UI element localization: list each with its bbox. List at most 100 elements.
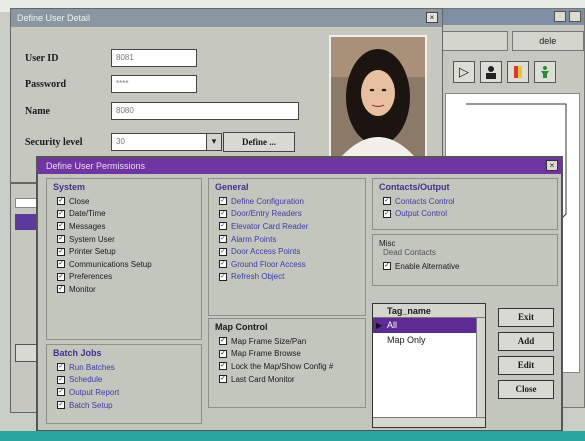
general-alarm-checkbox[interactable]: ✓ Alarm Points: [219, 233, 365, 246]
taskbar: [0, 431, 585, 441]
checkbox-label: System User: [69, 234, 115, 244]
checkbox-label: Refresh Object: [231, 272, 285, 282]
checkbox-label: Alarm Points: [231, 234, 277, 244]
contacts-group-title: Contacts/Output: [379, 182, 450, 192]
checkbox-label: Messages: [69, 221, 106, 231]
close-icon[interactable]: ×: [546, 160, 558, 171]
list-item[interactable]: Map Only: [373, 333, 485, 348]
background-tabs: dele: [433, 31, 585, 51]
system-printer-checkbox[interactable]: ✓ Printer Setup: [57, 245, 201, 258]
left-stub-button[interactable]: [15, 344, 37, 362]
checkbox-label: Run Batches: [69, 362, 115, 372]
name-field[interactable]: 8080: [111, 102, 299, 120]
photo-portrait: [331, 37, 425, 157]
edit-button[interactable]: Edit: [498, 356, 554, 375]
batch-run-checkbox[interactable]: ✓ Run Batches: [57, 361, 201, 374]
system-group: System ✓ Close ✓ Date/Time ✓ Messages ✓ Syst…: [46, 178, 202, 340]
vertical-scrollbar[interactable]: [476, 318, 485, 418]
batch-schedule-checkbox[interactable]: ✓ Schedule: [57, 374, 201, 387]
enable-alternative-checkbox[interactable]: ✓ Enable Alternative: [383, 260, 557, 273]
checkbox-label: Contacts Control: [395, 196, 455, 206]
system-user-checkbox[interactable]: ✓ System User: [57, 233, 201, 246]
checkbox-label: Enable Alternative: [395, 261, 460, 271]
system-group-title: System: [53, 182, 86, 192]
user-id-label: User ID: [25, 53, 59, 64]
system-datetime-checkbox[interactable]: ✓ Date/Time: [57, 208, 201, 221]
tag-list[interactable]: Tag_name ▶ All Map Only: [372, 303, 486, 428]
list-item[interactable]: ▶ All: [373, 318, 485, 333]
password-field[interactable]: ****: [111, 75, 197, 93]
background-tab[interactable]: [435, 31, 508, 51]
checkbox-label: Output Report: [69, 387, 120, 397]
map-browse-checkbox[interactable]: ✓ Map Frame Browse: [219, 348, 365, 361]
exit-button[interactable]: Exit: [498, 308, 554, 327]
play-icon[interactable]: ▷: [453, 61, 475, 83]
checkbox-label: Ground Floor Access: [231, 259, 306, 269]
system-monitor-checkbox[interactable]: ✓ Monitor: [57, 283, 201, 296]
checkbox-label: Batch Setup: [69, 400, 113, 410]
left-stub-field: [15, 198, 37, 208]
system-preferences-checkbox[interactable]: ✓ Preferences: [57, 271, 201, 284]
system-close-checkbox[interactable]: ✓ Close: [57, 195, 201, 208]
general-elevator-checkbox[interactable]: ✓ Elevator Card Reader: [219, 220, 365, 233]
system-comms-checkbox[interactable]: ✓ Communications Setup: [57, 258, 201, 271]
minimize-icon[interactable]: [554, 11, 566, 22]
general-group-title: General: [215, 182, 249, 192]
security-level-label: Security level: [25, 137, 83, 148]
background-tab[interactable]: dele: [511, 31, 584, 51]
close-icon[interactable]: [569, 11, 581, 22]
user-id-field[interactable]: 8081: [111, 49, 197, 67]
book-icon[interactable]: [507, 61, 529, 83]
add-button[interactable]: Add: [498, 332, 554, 351]
map-frame-size-checkbox[interactable]: ✓ Map Frame Size/Pan: [219, 335, 365, 348]
general-config-checkbox[interactable]: ✓ Define Configuration: [219, 195, 365, 208]
map-lock-checkbox[interactable]: ✓ Lock the Map/Show Config #: [219, 360, 365, 373]
checkbox-label: Schedule: [69, 375, 103, 385]
row-pointer-icon: ▶: [376, 321, 383, 330]
output-control-checkbox[interactable]: ✓ Output Control: [383, 208, 557, 221]
list-item-label: All: [387, 320, 398, 330]
user-detail-titlebar: Define User Detail ×: [11, 9, 442, 27]
general-group: General ✓ Define Configuration ✓ Door/Entr…: [208, 178, 366, 316]
map-last-card-checkbox[interactable]: ✓ Last Card Monitor: [219, 373, 365, 386]
checkbox-label: Elevator Card Reader: [231, 221, 309, 231]
define-button[interactable]: Define ...: [223, 132, 295, 152]
close-button[interactable]: Close: [498, 380, 554, 399]
close-icon[interactable]: ×: [426, 12, 438, 23]
list-header[interactable]: Tag_name: [373, 304, 485, 318]
checkbox-label: Door Access Points: [231, 247, 301, 257]
system-messages-checkbox[interactable]: ✓ Messages: [57, 220, 201, 233]
checkbox-label: Door/Entry Readers: [231, 209, 302, 219]
name-label: Name: [25, 106, 50, 117]
left-stub-highlight: [15, 214, 37, 230]
batch-group: Batch Jobs ✓ Run Batches ✓ Schedule ✓ Outpu…: [46, 344, 202, 424]
general-door-readers-checkbox[interactable]: ✓ Door/Entry Readers: [219, 208, 365, 221]
checkbox-label: Date/Time: [69, 209, 106, 219]
user-photo: [329, 35, 427, 159]
dialog-title: Define User Permissions: [46, 161, 146, 171]
map-control-group-title: Map Control: [215, 322, 268, 332]
misc-label: Misc: [379, 239, 396, 248]
horizontal-scrollbar[interactable]: [373, 417, 485, 427]
security-level-select[interactable]: 30: [111, 133, 207, 151]
batch-output-checkbox[interactable]: ✓ Output Report: [57, 386, 201, 399]
chevron-down-icon[interactable]: ▾: [206, 133, 222, 151]
checkbox-label: Last Card Monitor: [231, 374, 295, 384]
person-icon[interactable]: [534, 61, 556, 83]
checkbox-label: Communications Setup: [69, 259, 152, 269]
general-refresh-checkbox[interactable]: ✓ Refresh Object: [219, 271, 365, 284]
checkbox-label: Output Control: [395, 209, 448, 219]
contacts-control-checkbox[interactable]: ✓ Contacts Control: [383, 195, 557, 208]
batch-setup-checkbox[interactable]: ✓ Batch Setup: [57, 399, 201, 412]
general-door-access-checkbox[interactable]: ✓ Door Access Points: [219, 245, 365, 258]
user-icon[interactable]: [480, 61, 502, 83]
misc-group: Misc Dead Contacts ✓ Enable Alternative: [372, 234, 558, 286]
general-floor-checkbox[interactable]: ✓ Ground Floor Access: [219, 258, 365, 271]
checkbox-label: Map Frame Size/Pan: [231, 336, 307, 346]
checkbox-label: Map Frame Browse: [231, 349, 301, 359]
dialog-titlebar: Define User Permissions ×: [38, 158, 561, 174]
checkbox-label: Monitor: [69, 284, 96, 294]
user-permissions-dialog: Define User Permissions × System ✓ Close …: [36, 156, 563, 432]
list-item-label: Map Only: [387, 335, 426, 345]
password-label: Password: [25, 79, 67, 90]
